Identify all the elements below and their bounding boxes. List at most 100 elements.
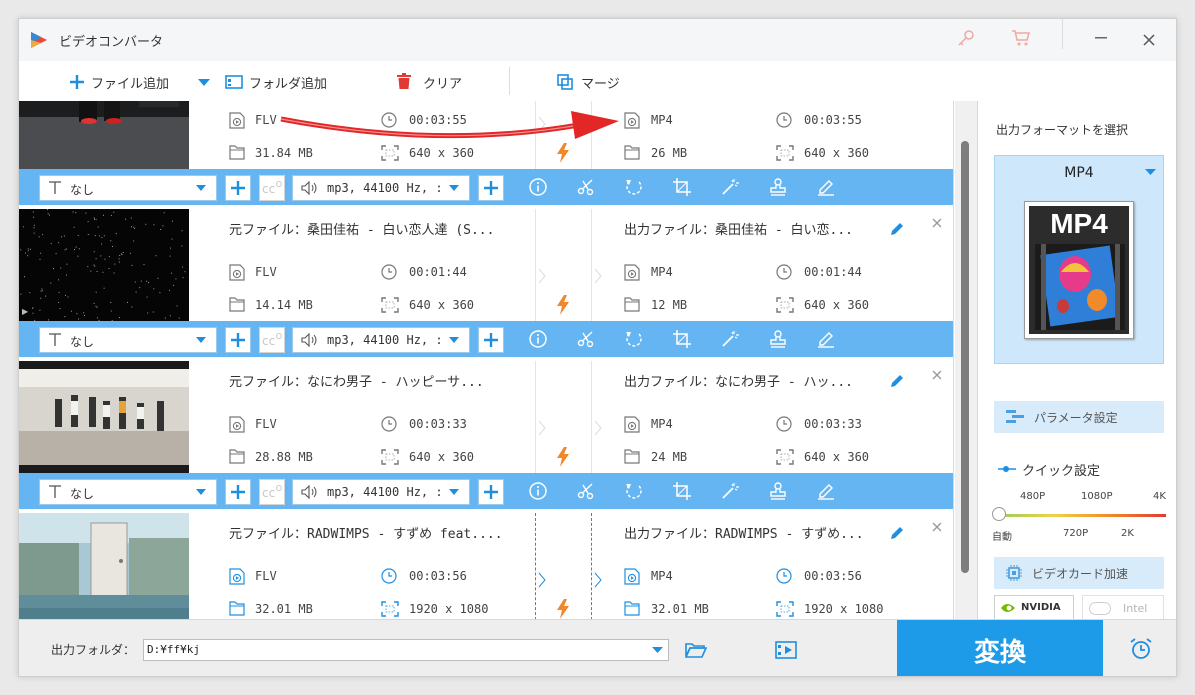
video-thumbnail[interactable] (19, 513, 189, 619)
output-file-name: 出力ファイル：なにわ男子 - ハッ... (624, 375, 853, 390)
edit-icon[interactable] (817, 482, 835, 500)
audio-select[interactable]: mp3, 44100 Hz, : (292, 175, 470, 201)
subtitle-select[interactable]: なし (39, 479, 217, 505)
add-subtitle-button[interactable] (225, 479, 251, 505)
nvidia-label: NVIDIA (1021, 602, 1061, 613)
intel-button[interactable]: Intel (1082, 595, 1164, 621)
merge-button[interactable]: マージ (557, 71, 637, 93)
svg-text:▶: ▶ (22, 307, 29, 316)
add-folder-button[interactable]: フォルダ追加 (225, 71, 345, 93)
info-icon[interactable] (529, 482, 547, 500)
remove-item-icon[interactable] (932, 218, 942, 228)
add-audio-button[interactable] (478, 327, 504, 353)
lightning-icon[interactable] (556, 599, 570, 619)
edit-icon[interactable] (817, 330, 835, 348)
mp4-icon-text: MP4 (1050, 208, 1108, 239)
magic-wand-icon[interactable] (721, 178, 739, 196)
cc-button[interactable]: cc (259, 175, 285, 201)
rotate-icon[interactable] (625, 178, 643, 196)
output-folder-label: 出力フォルダ： (51, 643, 136, 657)
rotate-icon[interactable] (625, 330, 643, 348)
crop-icon[interactable] (673, 482, 691, 500)
convert-label: 変換 (973, 638, 1026, 668)
file-item[interactable]: 元ファイル：なにわ男子 - ハッピーサ... 出力ファイル：なにわ男子 - ハッ.… (19, 361, 953, 513)
watermark-icon[interactable] (769, 178, 787, 196)
output-resolution: 640 x 360 (804, 450, 870, 464)
file-item[interactable]: ▶ 元ファイル：桑田佳祐 - 白い恋人達 (S... 出力ファイル：桑田佳祐 - 白… (19, 209, 953, 361)
file-item[interactable]: 元ファイル：RADWIMPS - すずめ feat.... 出力ファイル：RADW… (19, 513, 953, 619)
scrollbar[interactable] (955, 101, 977, 619)
crop-icon[interactable] (673, 330, 691, 348)
cc-button[interactable]: cc (259, 327, 285, 353)
magic-wand-icon[interactable] (721, 482, 739, 500)
video-thumbnail[interactable] (19, 361, 189, 473)
watermark-icon[interactable] (769, 482, 787, 500)
minimize-icon[interactable] (1095, 37, 1107, 39)
pencil-icon[interactable] (889, 221, 905, 237)
video-file-icon (229, 416, 245, 433)
close-icon[interactable] (1143, 34, 1155, 46)
clear-button[interactable]: クリア (397, 71, 477, 93)
video-thumbnail[interactable]: ▶ (19, 209, 189, 321)
pencil-icon[interactable] (889, 373, 905, 389)
pencil-icon[interactable] (889, 525, 905, 541)
rotate-icon[interactable] (625, 482, 643, 500)
source-file-name: 元ファイル：なにわ男子 - ハッピーサ... (229, 375, 484, 390)
info-icon[interactable] (529, 330, 547, 348)
output-size: 32.01 MB (651, 602, 709, 616)
plus-icon (69, 74, 85, 90)
chip-icon (1006, 565, 1022, 581)
audio-select[interactable]: mp3, 44100 Hz, : (292, 479, 470, 505)
video-file-icon (624, 264, 640, 281)
quality-slider-track[interactable] (998, 514, 1166, 517)
output-folder-select[interactable]: D:¥ff¥kj (143, 639, 669, 661)
quick-settings-icon (998, 465, 1016, 473)
alarm-icon[interactable] (1129, 637, 1153, 661)
source-duration: 00:03:56 (409, 569, 467, 583)
scissors-icon[interactable] (577, 330, 595, 348)
scrollbar-thumb[interactable] (961, 141, 969, 573)
subtitle-select[interactable]: なし (39, 175, 217, 201)
window-title: ビデオコンバータ (59, 35, 164, 50)
lightning-icon[interactable] (556, 447, 570, 467)
watermark-icon[interactable] (769, 330, 787, 348)
output-format: MP4 (651, 417, 673, 431)
scissors-icon[interactable] (577, 178, 595, 196)
output-size: 26 MB (651, 146, 688, 160)
chevron-down-icon[interactable] (198, 79, 210, 87)
scissors-icon[interactable] (577, 482, 595, 500)
file-icon (624, 297, 640, 312)
audio-select[interactable]: mp3, 44100 Hz, : (292, 327, 470, 353)
chevron-right-icon (594, 420, 602, 436)
subtitle-select[interactable]: なし (39, 327, 217, 353)
edit-icon[interactable] (817, 178, 835, 196)
add-subtitle-button[interactable] (225, 327, 251, 353)
video-thumbnail[interactable] (19, 101, 189, 169)
output-size: 12 MB (651, 298, 688, 312)
remove-item-icon[interactable] (932, 370, 942, 380)
nvidia-button[interactable]: NVIDIA (994, 595, 1074, 621)
panel-title: 出力フォーマットを選択 (996, 123, 1129, 137)
add-audio-button[interactable] (478, 175, 504, 201)
crop-icon[interactable] (673, 178, 691, 196)
info-icon[interactable] (529, 178, 547, 196)
format-selector[interactable]: MP4 MP4 (994, 155, 1164, 364)
quality-slider-handle[interactable] (992, 507, 1006, 521)
clock-icon (776, 416, 792, 432)
add-audio-button[interactable] (478, 479, 504, 505)
remove-item-icon[interactable] (932, 522, 942, 532)
cart-icon[interactable] (1011, 29, 1031, 47)
cc-button[interactable]: cc (259, 479, 285, 505)
convert-button[interactable]: 変換 (897, 620, 1103, 676)
magic-wand-icon[interactable] (721, 330, 739, 348)
lightning-icon[interactable] (556, 295, 570, 315)
gpu-accel-button[interactable]: ビデオカード加速 (994, 557, 1164, 589)
key-icon[interactable] (957, 29, 975, 47)
add-subtitle-button[interactable] (225, 175, 251, 201)
folder-video-icon[interactable] (775, 641, 797, 659)
edit-toolbar: なし cc mp3, 44100 Hz, : (19, 321, 953, 357)
plus-icon (230, 332, 246, 348)
add-file-button[interactable]: ファイル追加 (69, 71, 209, 93)
folder-open-icon[interactable] (685, 642, 707, 658)
param-settings-button[interactable]: パラメータ設定 (994, 401, 1164, 433)
